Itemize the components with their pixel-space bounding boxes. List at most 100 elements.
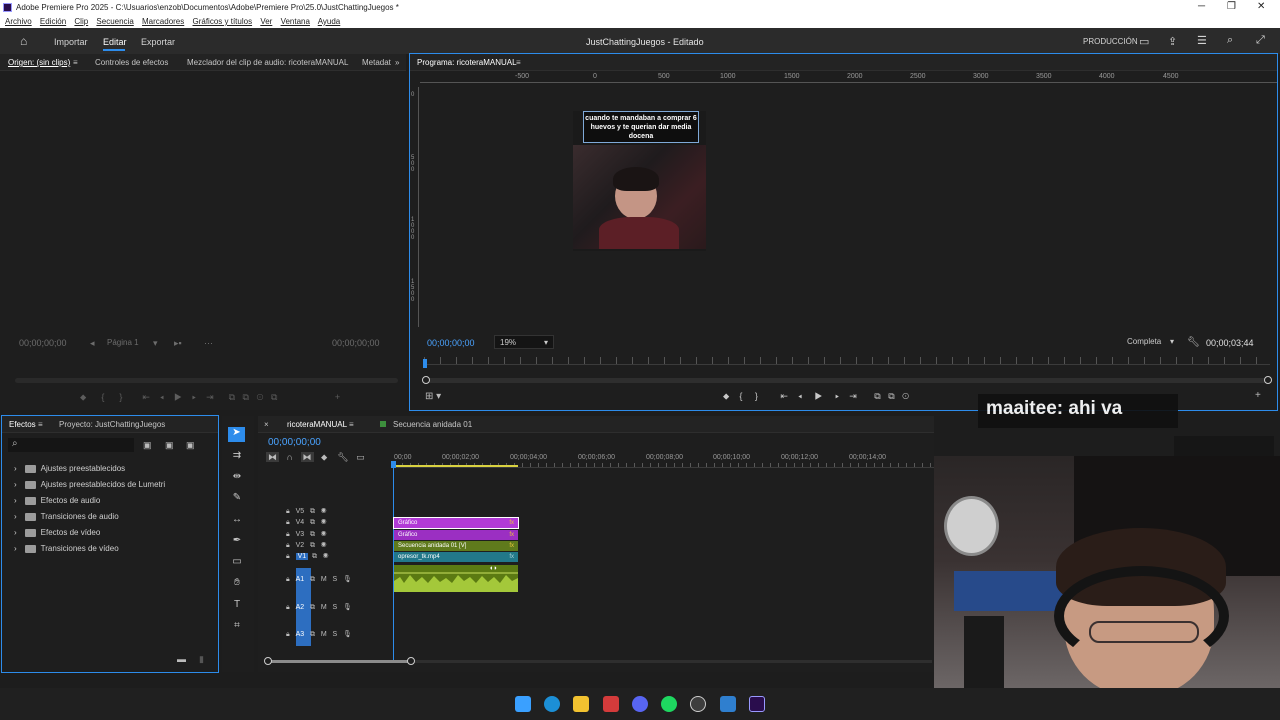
sync-icon[interactable]: ⧉ bbox=[310, 604, 315, 611]
sync-icon[interactable]: ⧉ bbox=[310, 508, 315, 515]
eye-icon[interactable]: ◉ bbox=[321, 519, 327, 526]
caption-tool[interactable]: ⌗ bbox=[229, 620, 245, 634]
timeline-ruler[interactable]: 00;00 00;00;02;00 00;00;04;00 00;00;06;0… bbox=[394, 452, 934, 468]
search-icon[interactable]: ⌕ bbox=[1227, 34, 1233, 47]
lock-icon[interactable]: 🔒︎ bbox=[286, 519, 290, 526]
new-folder-icon[interactable]: ▬ bbox=[177, 654, 186, 664]
razor-tool[interactable]: ✎ bbox=[229, 492, 245, 506]
step-forward-icon[interactable]: ▸ bbox=[835, 391, 839, 401]
zoom-handle-right[interactable] bbox=[407, 657, 415, 665]
tab-importar[interactable]: Importar bbox=[54, 37, 88, 47]
ripple-edit-tool[interactable]: ⇹ bbox=[229, 471, 245, 485]
lock-icon[interactable]: 🔒︎ bbox=[286, 531, 290, 538]
new-bin-icon-2[interactable]: ▣ bbox=[165, 440, 174, 451]
tab-programa[interactable]: Programa: ricoteraMANUAL bbox=[417, 58, 517, 67]
work-area-bar[interactable] bbox=[394, 465, 518, 467]
tab-secuencia-anidada[interactable]: Secuencia anidada 01 bbox=[393, 420, 472, 429]
windows-start-icon[interactable] bbox=[515, 696, 531, 712]
obs-icon[interactable] bbox=[690, 696, 706, 712]
maximize-button[interactable]: ❐ bbox=[1227, 1, 1236, 12]
tab-efectos[interactable]: Efectos bbox=[9, 420, 36, 429]
microphone-icon[interactable]: 🎙︎ bbox=[343, 576, 352, 583]
lock-icon[interactable]: 🔒︎ bbox=[286, 576, 290, 583]
lock-icon[interactable]: 🔒︎ bbox=[286, 604, 290, 611]
program-timecode[interactable]: 00;00;00;00 bbox=[427, 338, 475, 348]
clip-grafico-v4[interactable]: Gráfico fx bbox=[393, 517, 519, 529]
tab-controles-efectos[interactable]: Controles de efectos bbox=[95, 58, 168, 67]
close-button[interactable]: ✕ bbox=[1257, 1, 1265, 12]
effects-folder[interactable]: › Ajustes preestablecidos de Lumetri bbox=[14, 480, 165, 489]
hand-tool[interactable]: ✋︎ bbox=[229, 577, 245, 591]
eye-icon[interactable]: ◉ bbox=[321, 531, 327, 538]
fit-icon[interactable]: ⋯ bbox=[204, 338, 213, 349]
mute-button[interactable]: M bbox=[321, 631, 327, 638]
slip-tool[interactable]: ↔ bbox=[229, 514, 245, 528]
panel-icon[interactable]: ▭ bbox=[1139, 35, 1149, 48]
eye-icon[interactable]: ◉ bbox=[321, 542, 327, 549]
tab-ricotera[interactable]: ricoteraMANUAL bbox=[287, 420, 347, 429]
tab-proyecto[interactable]: Proyecto: JustChattingJuegos bbox=[59, 420, 165, 429]
share-icon[interactable]: ⇪ bbox=[1168, 35, 1177, 48]
menu-archivo[interactable]: Archivo bbox=[5, 17, 32, 26]
captions-icon[interactable]: ▭ bbox=[356, 452, 365, 462]
wrench-icon[interactable]: 🔧︎ bbox=[337, 452, 348, 462]
clip-opresor[interactable]: opresor_tk.mp4 fx bbox=[394, 552, 518, 562]
clip-secuencia-anidada[interactable]: Secuencia anidada 01 [V] fx bbox=[394, 541, 518, 551]
solo-button[interactable]: S bbox=[333, 576, 338, 583]
next-page-icon[interactable]: ▸▪ bbox=[174, 338, 182, 349]
timeline-zoom-bar[interactable] bbox=[264, 657, 932, 665]
add-marker-icon[interactable]: ⬥ bbox=[723, 391, 729, 401]
effects-folder[interactable]: › Efectos de vídeo bbox=[14, 528, 100, 537]
sync-icon[interactable]: ⧉ bbox=[310, 531, 315, 538]
discord-icon[interactable] bbox=[632, 696, 648, 712]
effects-search-input[interactable]: ⌕ bbox=[8, 438, 134, 452]
mute-button[interactable]: M bbox=[321, 604, 327, 611]
step-back-icon[interactable]: ◂ bbox=[798, 391, 802, 401]
extract-icon[interactable]: ⧉ bbox=[888, 391, 894, 401]
home-icon[interactable]: ⌂ bbox=[20, 34, 27, 48]
mute-button[interactable]: M bbox=[321, 576, 327, 583]
minimize-button[interactable]: ─ bbox=[1198, 1, 1205, 12]
zoom-select[interactable]: 19% ▾ bbox=[494, 335, 554, 349]
fullscreen-icon[interactable]: ⤢ bbox=[1256, 34, 1265, 47]
program-time-ruler[interactable] bbox=[424, 357, 1270, 365]
magnet-icon[interactable]: ∩ bbox=[287, 452, 293, 462]
marker-icon[interactable]: ⬥ bbox=[80, 392, 86, 402]
spotify-icon[interactable] bbox=[661, 696, 677, 712]
tab-menu-icon[interactable]: ≡ bbox=[73, 58, 78, 67]
menu-clip[interactable]: Clip bbox=[74, 17, 88, 26]
sync-icon[interactable]: ⧉ bbox=[310, 631, 315, 638]
effects-folder[interactable]: › Ajustes preestablecidos bbox=[14, 464, 125, 473]
sync-icon[interactable]: ⧉ bbox=[310, 576, 315, 583]
lock-icon[interactable]: 🔒︎ bbox=[286, 631, 290, 638]
file-explorer-icon[interactable] bbox=[573, 696, 589, 712]
new-bin-icon-3[interactable]: ▣ bbox=[186, 440, 195, 451]
go-to-out-icon[interactable]: ⇥ bbox=[849, 391, 857, 401]
quality-select[interactable]: Completa ▾ bbox=[1123, 335, 1178, 349]
snap-icon[interactable]: ⧓ bbox=[266, 452, 279, 462]
monitor-app-icon[interactable] bbox=[720, 696, 736, 712]
clip-grafico-v3[interactable]: Gráfico fx bbox=[394, 530, 518, 540]
prev-page-icon[interactable]: ◂ bbox=[90, 338, 95, 349]
premiere-taskbar-icon[interactable] bbox=[749, 696, 765, 712]
menu-ver[interactable]: Ver bbox=[260, 17, 272, 26]
mark-in-icon[interactable]: { bbox=[739, 391, 742, 401]
scroll-handle-right[interactable] bbox=[1264, 376, 1272, 384]
settings-wrench-icon[interactable]: 🔧︎ bbox=[1187, 337, 1200, 348]
eye-icon[interactable]: ◉ bbox=[321, 508, 327, 515]
rectangle-tool[interactable]: ▭ bbox=[229, 556, 245, 570]
menu-lines-icon[interactable]: ☰ bbox=[1197, 34, 1207, 47]
camera-icon[interactable]: ⊙ bbox=[902, 391, 909, 401]
tab-metadatos[interactable]: Metadat bbox=[362, 58, 391, 67]
scroll-handle-left[interactable] bbox=[422, 376, 430, 384]
sync-icon[interactable]: ⧉ bbox=[310, 519, 315, 526]
program-scrollbar[interactable] bbox=[422, 376, 1272, 384]
effects-folder[interactable]: › Transiciones de vídeo bbox=[14, 544, 119, 553]
tab-editar[interactable]: Editar bbox=[103, 37, 127, 47]
edge-icon[interactable] bbox=[544, 696, 560, 712]
program-add-button[interactable]: + bbox=[1255, 390, 1261, 401]
effects-folder[interactable]: › Efectos de audio bbox=[14, 496, 100, 505]
microphone-icon[interactable]: 🎙︎ bbox=[343, 604, 352, 611]
workspace-mode[interactable]: PRODUCCIÓN bbox=[1083, 37, 1138, 46]
playhead-handle[interactable] bbox=[391, 461, 396, 468]
